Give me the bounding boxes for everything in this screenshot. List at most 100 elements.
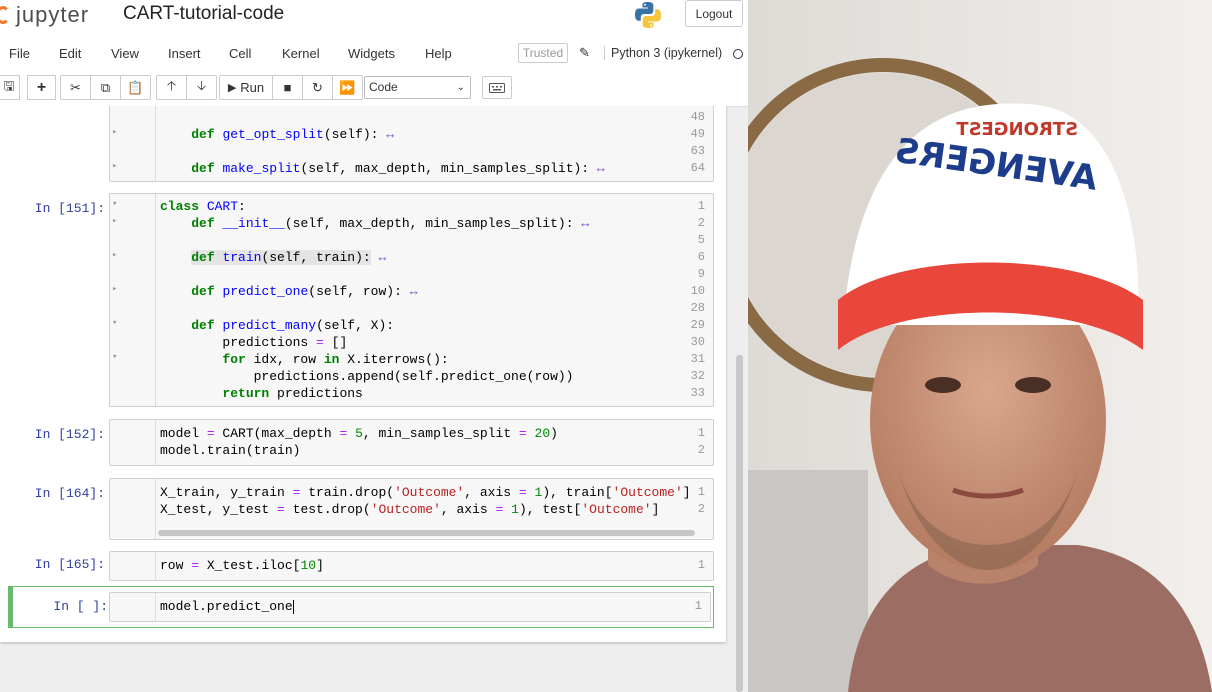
kernel-name[interactable]: Python 3 (ipykernel) <box>604 46 722 60</box>
line-number: 1 <box>697 558 705 572</box>
move-button-group: 🡡 🡣 <box>156 75 217 100</box>
code-cell[interactable]: In [165]: 1 row = X_test.iloc[10] <box>10 551 718 581</box>
fold-arrow-icon[interactable]: ▾ <box>112 318 117 328</box>
fast-forward-icon: ⏩ <box>339 79 356 95</box>
code-line: 63 <box>110 144 713 161</box>
command-palette-button[interactable] <box>482 76 512 99</box>
notebook-title[interactable]: CART-tutorial-code <box>123 3 284 25</box>
copy-button[interactable]: ⧉ <box>91 76 121 99</box>
code-text: def predict_one(self, row): ↔ <box>191 284 418 299</box>
code-line: 1 model = CART(max_depth = 5, min_sample… <box>110 426 713 443</box>
cut-button[interactable]: ✂ <box>61 76 91 99</box>
cell-editor[interactable]: 1 X_train, y_train = train.drop('Outcome… <box>109 478 714 540</box>
vertical-scrollbar[interactable] <box>736 355 743 692</box>
trusted-indicator[interactable]: Trusted <box>518 43 568 63</box>
code-text: X_train, y_train = train.drop('Outcome',… <box>160 485 691 500</box>
menu-file[interactable]: File <box>9 46 30 61</box>
code-line: 1 row = X_test.iloc[10] <box>110 558 713 575</box>
restart-icon: ↻ <box>312 79 323 95</box>
menu-kernel[interactable]: Kernel <box>282 46 320 61</box>
code-line: 1 model.predict_one <box>110 599 710 616</box>
fold-arrow-icon[interactable]: ▸ <box>112 161 117 171</box>
arrow-up-icon: 🡡 <box>166 77 177 93</box>
line-number: 63 <box>690 144 705 158</box>
code-cell[interactable]: In [152]: 1 model = CART(max_depth = 5, … <box>10 419 718 466</box>
python-logo-icon <box>635 2 661 28</box>
line-number: 64 <box>690 161 705 175</box>
code-cell[interactable]: In [151]: ▾ 1 class CART: ▸ 2 def __init… <box>10 193 718 407</box>
text-cursor <box>292 599 294 614</box>
pencil-icon[interactable]: ✎ <box>579 45 590 61</box>
edit-button-group: ✂ ⧉ 📋 <box>60 75 151 100</box>
move-down-button[interactable]: 🡣 <box>187 76 216 99</box>
restart-button[interactable]: ↻ <box>303 76 333 99</box>
copy-icon: ⧉ <box>100 79 111 95</box>
menu-insert[interactable]: Insert <box>168 46 201 61</box>
jupyter-logo[interactable]: jupyter <box>0 0 89 30</box>
run-button[interactable]: ▶ Run <box>220 76 273 99</box>
save-icon: 🖫 <box>3 77 15 93</box>
code-text: model.train(train) <box>160 443 301 458</box>
code-line: 9 <box>110 267 713 284</box>
code-input-text[interactable]: model.predict_one <box>160 599 293 614</box>
code-cell[interactable]: In [164]: 1 X_train, y_train = train.dro… <box>10 478 718 540</box>
save-button[interactable]: 🖫 <box>0 75 20 100</box>
menu-cell[interactable]: Cell <box>229 46 251 61</box>
cell-editor[interactable]: 1 row = X_test.iloc[10] <box>109 551 714 581</box>
keyboard-icon <box>489 82 505 93</box>
fold-arrow-icon[interactable]: ▸ <box>112 216 117 226</box>
cell-editor[interactable]: 48 ▸ 49 def get_opt_split(self): ↔ 63 ▸ … <box>109 106 714 182</box>
logout-button[interactable]: Logout <box>685 0 743 27</box>
scissors-icon: ✂ <box>70 79 81 95</box>
chevron-down-icon: ⌄ <box>456 82 465 93</box>
fold-arrow-icon[interactable]: ▸ <box>112 250 117 260</box>
menu-help[interactable]: Help <box>425 46 452 61</box>
fold-arrow-icon[interactable]: ▸ <box>112 127 117 137</box>
horizontal-scrollbar[interactable] <box>158 530 695 536</box>
code-line: 28 <box>110 301 713 318</box>
line-number: 33 <box>690 386 705 400</box>
code-text: model = CART(max_depth = 5, min_samples_… <box>160 426 558 441</box>
fold-arrow-icon[interactable]: ▸ <box>112 284 117 294</box>
cell-editor[interactable]: 1 model.predict_one <box>109 592 711 622</box>
fold-arrow-icon[interactable]: ▾ <box>112 199 117 209</box>
line-number: 9 <box>697 267 705 281</box>
menu-widgets[interactable]: Widgets <box>348 46 395 61</box>
interrupt-button[interactable]: ■ <box>273 76 303 99</box>
notebook-container: 48 ▸ 49 def get_opt_split(self): ↔ 63 ▸ … <box>0 106 734 692</box>
menu-edit[interactable]: Edit <box>59 46 81 61</box>
logo-text: jupyter <box>16 2 90 27</box>
selected-code-cell[interactable]: In [ ]: 1 model.predict_one <box>8 586 714 628</box>
jupyter-logo-icon <box>0 6 10 24</box>
code-line: 1 X_train, y_train = train.drop('Outcome… <box>110 485 713 502</box>
insert-cell-button[interactable]: + <box>27 75 56 100</box>
code-line: ▸ 10 def predict_one(self, row): ↔ <box>110 284 713 301</box>
cell-editor[interactable]: 1 model = CART(max_depth = 5, min_sample… <box>109 419 714 466</box>
line-number: 6 <box>697 250 705 264</box>
webcam-video: AVENGERS STRONGEST <box>748 0 1212 692</box>
code-text: def make_split(self, max_depth, min_samp… <box>191 161 605 176</box>
line-number: 32 <box>690 369 705 383</box>
move-up-button[interactable]: 🡡 <box>157 76 187 99</box>
code-text: def predict_many(self, X): <box>191 318 395 333</box>
line-number: 28 <box>690 301 705 315</box>
code-text: for idx, row in X.iterrows(): <box>222 352 449 367</box>
restart-run-all-button[interactable]: ⏩ <box>333 76 362 99</box>
line-number: 2 <box>697 216 705 230</box>
cell-editor[interactable]: ▾ 1 class CART: ▸ 2 def __init__(self, m… <box>109 193 714 407</box>
line-number: 48 <box>690 110 705 124</box>
cell-type-select[interactable]: Code ⌄ <box>364 76 471 99</box>
cell-prompt: In [152]: <box>34 427 105 442</box>
paste-button[interactable]: 📋 <box>121 76 150 99</box>
line-number: 1 <box>694 599 702 613</box>
line-number: 2 <box>697 443 705 457</box>
kernel-idle-icon <box>733 49 743 59</box>
fold-arrow-icon[interactable]: ▾ <box>112 352 117 362</box>
code-line: 30 predictions = [] <box>110 335 713 352</box>
code-cell[interactable]: 48 ▸ 49 def get_opt_split(self): ↔ 63 ▸ … <box>10 106 718 182</box>
line-number: 29 <box>690 318 705 332</box>
line-number: 1 <box>697 199 705 213</box>
code-text: def __init__(self, max_depth, min_sample… <box>191 216 590 231</box>
code-line: ▸ 6 def train(self, train): ↔ <box>110 250 713 267</box>
menu-view[interactable]: View <box>111 46 139 61</box>
